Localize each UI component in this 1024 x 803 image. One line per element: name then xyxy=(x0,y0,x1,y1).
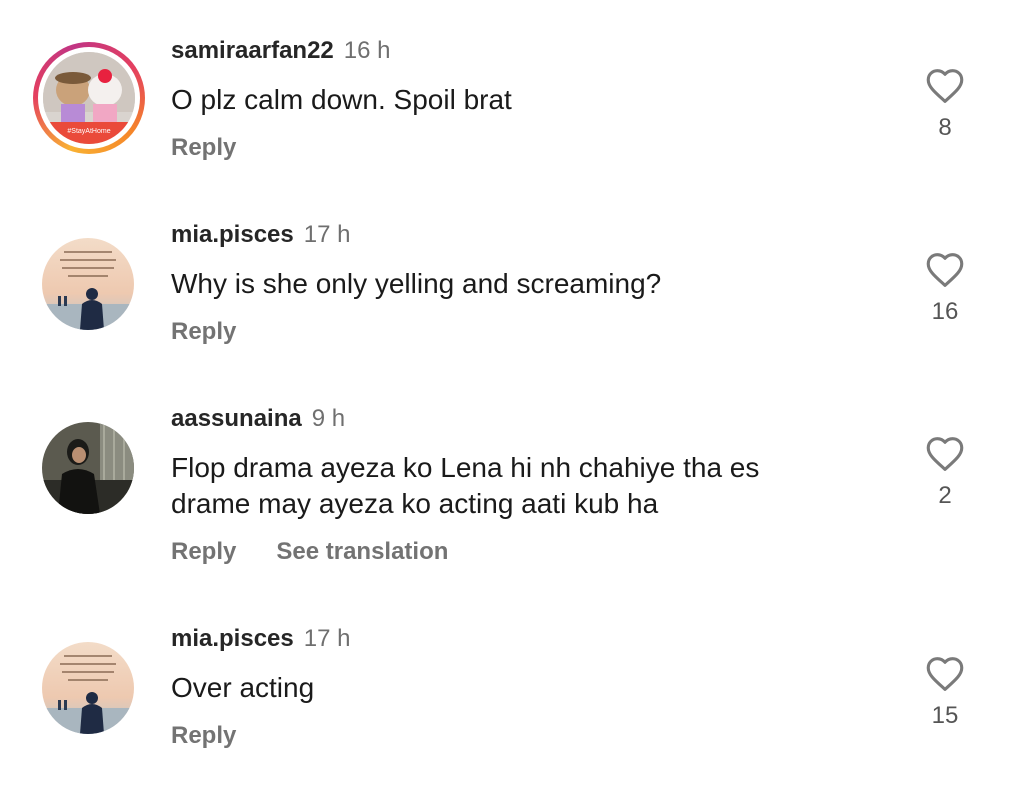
like-count: 2 xyxy=(938,482,952,509)
comment-text: Flop drama ayeza ko Lena hi nh chahiye t… xyxy=(171,452,760,519)
heart-outline-icon[interactable] xyxy=(924,654,966,692)
reply-button[interactable]: Reply xyxy=(171,318,236,345)
like-control: 8 xyxy=(922,66,968,142)
comment-text: Over acting xyxy=(171,672,315,703)
avatar[interactable] xyxy=(42,642,134,734)
reply-button[interactable]: Reply xyxy=(171,134,236,161)
timestamp: 17 h xyxy=(303,625,351,652)
comment-meta: aassunaina 9 h xyxy=(171,405,345,433)
comment-meta: mia.pisces 17 h xyxy=(171,625,350,653)
username[interactable]: mia.pisces xyxy=(171,221,294,248)
timestamp: 16 h xyxy=(343,37,391,64)
avatar-image xyxy=(42,642,134,734)
timestamp: 9 h xyxy=(311,405,346,432)
username[interactable]: aassunaina xyxy=(171,405,302,432)
comment-actions: Reply See translation xyxy=(171,538,448,566)
heart-outline-icon[interactable] xyxy=(924,434,966,472)
story-ring[interactable]: #StayAtHome xyxy=(33,42,145,154)
comment-actions: Reply xyxy=(171,134,236,162)
username[interactable]: mia.pisces xyxy=(171,625,294,652)
see-translation-button[interactable]: See translation xyxy=(276,538,448,565)
avatar-caption: #StayAtHome xyxy=(67,128,110,135)
like-count: 15 xyxy=(931,702,959,729)
comment-text: Why is she only yelling and screaming? xyxy=(171,268,662,299)
like-control: 16 xyxy=(922,250,968,326)
avatar-image: #StayAtHome xyxy=(43,52,135,144)
like-control: 15 xyxy=(922,654,968,730)
reply-button[interactable]: Reply xyxy=(171,538,236,565)
comment-text: O plz calm down. Spoil brat xyxy=(171,84,512,115)
comment-actions: Reply xyxy=(171,318,236,346)
heart-outline-icon[interactable] xyxy=(924,66,966,104)
comment-meta: mia.pisces 17 h xyxy=(171,221,350,249)
like-control: 2 xyxy=(922,434,968,510)
heart-outline-icon[interactable] xyxy=(924,250,966,288)
like-count: 8 xyxy=(938,114,952,141)
avatar-image xyxy=(42,238,134,330)
avatar[interactable] xyxy=(42,238,134,330)
avatar-image xyxy=(42,422,134,514)
avatar: #StayAtHome xyxy=(43,52,135,144)
username[interactable]: samiraarfan22 xyxy=(171,37,334,64)
timestamp: 17 h xyxy=(303,221,351,248)
reply-button[interactable]: Reply xyxy=(171,722,236,749)
comment-actions: Reply xyxy=(171,722,236,750)
like-count: 16 xyxy=(931,298,959,325)
comment-meta: samiraarfan22 16 h xyxy=(171,37,391,65)
avatar[interactable] xyxy=(42,422,134,514)
